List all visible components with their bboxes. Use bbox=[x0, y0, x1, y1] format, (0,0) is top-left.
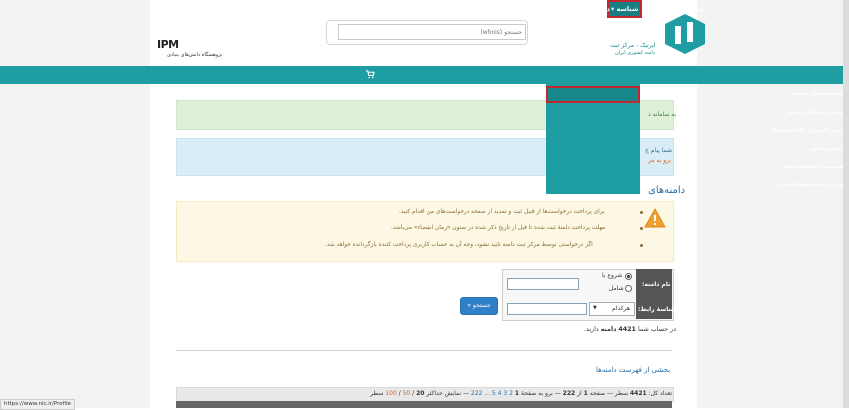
warning-bullet bbox=[640, 227, 643, 230]
nav-irnic[interactable]: ایرنیک ▾ bbox=[678, 0, 704, 18]
pager-show-label: نمایش حداکثر bbox=[426, 390, 462, 397]
count-suffix: دامنه bbox=[600, 326, 617, 333]
domain-count-line: در حساب شما 4421 دامنه دارید. bbox=[470, 326, 676, 333]
pager-page-value: 1 bbox=[583, 390, 588, 397]
nav-requests-payments[interactable]: درخواست‌ها و پرداخت‌ها ▾ bbox=[527, 0, 610, 18]
pager-page-label: صفحه bbox=[589, 390, 605, 397]
pager-size-option[interactable]: 100 bbox=[385, 390, 396, 397]
irnic-logo-subtext: دامنه کشوری ایران bbox=[615, 50, 656, 56]
pager-page-link[interactable]: 4 bbox=[498, 390, 502, 397]
warning-bullet bbox=[640, 211, 643, 214]
window-scrollbar[interactable] bbox=[843, 0, 849, 408]
starts-with-radio[interactable] bbox=[625, 273, 632, 280]
nav-message-center[interactable]: مرکز پیام‌ها bbox=[428, 0, 465, 18]
pager-goto-label: برو به صفحهٔ bbox=[521, 390, 553, 397]
table-header-strip bbox=[176, 401, 672, 408]
pager-of-word: از bbox=[577, 390, 582, 397]
message-center-link[interactable]: برو به مر bbox=[648, 157, 671, 164]
dropdown-item-manage-known-handles[interactable]: مدیریت شناسه‌های آشنا bbox=[559, 182, 843, 188]
count-value: 4421 bbox=[618, 326, 636, 333]
irnic-logo-text: ایرنیک - مرکز ثبت bbox=[610, 42, 656, 49]
warning-line-3: اگر درخواستی توسط مرکز ثبت دامنه تایید ن… bbox=[325, 242, 593, 248]
ipm-logo[interactable]: IPM پژوهشگاه دانش‌های بنیادی bbox=[157, 38, 222, 60]
status-bar-url: https://www.nic.ir/Profile bbox=[0, 399, 75, 410]
select-arrow-icon: ▼ bbox=[593, 305, 597, 311]
pager-total-label: تعداد کل: bbox=[648, 390, 672, 397]
whois-search-input[interactable] bbox=[338, 24, 526, 40]
warning-line-2: مهلت پرداخت دامنهٔ ثبت شده تا قبل از تار… bbox=[391, 225, 606, 231]
warning-bullet bbox=[640, 244, 643, 247]
main-navbar bbox=[0, 66, 843, 84]
dropdown-item-manage-contacts[interactable]: مدیریت رابط‌های مجاز bbox=[560, 164, 843, 170]
pager-page-link[interactable]: 3 bbox=[503, 390, 507, 397]
contains-radio[interactable] bbox=[625, 285, 632, 292]
pager-total-value: 4421 bbox=[629, 390, 647, 397]
contains-label: شامل bbox=[609, 285, 624, 292]
nav-send-documents[interactable]: ارسال مدارک bbox=[381, 0, 424, 18]
nav-handle[interactable]: شناسه ▾ bbox=[607, 0, 643, 18]
warning-icon bbox=[644, 208, 666, 228]
pager-page-link[interactable]: ... bbox=[484, 390, 490, 397]
pager-page-link[interactable]: 5 bbox=[492, 390, 496, 397]
search-button[interactable]: جستجو » bbox=[460, 297, 498, 315]
contact-type-selected: هرکدام bbox=[612, 305, 630, 312]
domain-name-input[interactable] bbox=[507, 278, 579, 290]
nav-domains[interactable]: دامنه‌ها ▾ bbox=[643, 0, 672, 18]
domain-name-label: نام دامنه: bbox=[642, 281, 671, 288]
count-tail: دارید. bbox=[584, 326, 599, 333]
pager-pages-value: 222 bbox=[562, 390, 576, 397]
nav-resellers[interactable]: نمایندگان فروش ▾ bbox=[472, 0, 531, 18]
pager-rows-word: سطر bbox=[614, 390, 629, 397]
domain-list-title: بخشی از فهرست دامنه‌ها bbox=[596, 366, 671, 374]
pager-size-option[interactable]: 50 bbox=[403, 390, 411, 397]
starts-with-label: شروع با bbox=[602, 272, 623, 279]
irnic-logo[interactable]: ایرنیک - مرکز ثبت دامنه کشوری ایران bbox=[610, 14, 705, 64]
contact-handle-input[interactable] bbox=[507, 303, 587, 315]
pager-page-link[interactable]: 222 bbox=[471, 390, 482, 397]
pager-page-link[interactable]: 2 bbox=[509, 390, 513, 397]
dropdown-item-change-password[interactable]: تغییر گذرواژه (Password) bbox=[550, 128, 843, 134]
warning-line-1: برای پرداخت درخواست‌ها از قبیل ثبت و تمد… bbox=[399, 209, 605, 215]
ipm-logo-subtitle: پژوهشگاه دانش‌های بنیادی bbox=[167, 52, 223, 58]
irnic-emblem-icon bbox=[665, 14, 705, 54]
pager-size-option[interactable]: 20 bbox=[416, 390, 424, 397]
count-prefix: در حساب شما bbox=[637, 326, 676, 333]
cart-icon[interactable] bbox=[366, 70, 375, 79]
dropdown-item-change-address[interactable]: تغییر نشانی bbox=[593, 146, 843, 152]
pager-text: تعداد کل: 4421 سطر — صفحه 1 از 222 — برو… bbox=[370, 390, 672, 397]
contact-type-select[interactable]: هرکدام ▼ bbox=[589, 302, 635, 316]
ipm-logo-mark: IPM bbox=[157, 38, 179, 51]
pager-rows-tail: سطر bbox=[370, 390, 384, 397]
dropdown-item-handle-profile[interactable]: مشخصه‌های شناسه bbox=[558, 91, 843, 97]
pager-page-link[interactable]: 1 bbox=[515, 390, 519, 397]
section-divider bbox=[176, 350, 672, 351]
contact-handle-label: شناسهٔ رابط: bbox=[638, 306, 677, 313]
dropdown-item-change-email[interactable]: تغییر پست الکترونیک bbox=[560, 110, 843, 116]
